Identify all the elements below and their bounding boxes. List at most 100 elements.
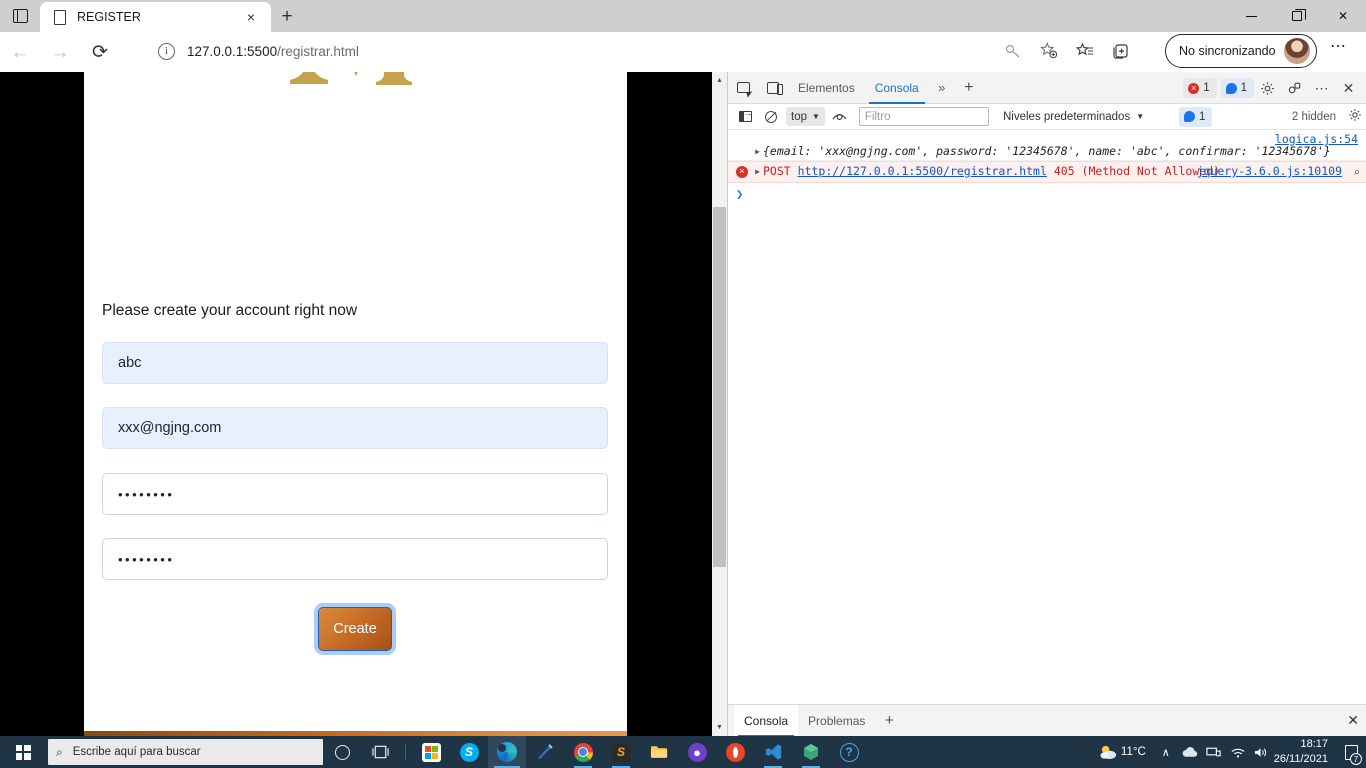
speaker-glyph [1255,747,1267,757]
reload-button[interactable]: ⟳ [80,32,120,72]
console-filter-input[interactable]: Filtro [858,107,989,126]
url-path: /registrar.html [277,43,359,59]
tab-consola[interactable]: Consola [865,72,929,104]
clear-console-icon [765,110,777,123]
log-source-link[interactable]: logica.js:54 [1275,132,1358,146]
skype-icon: S [459,742,479,762]
restore-button[interactable] [1274,0,1320,32]
opera-icon [725,742,745,762]
devtools-settings-button[interactable] [1254,72,1281,104]
new-tab-button[interactable]: + [271,2,303,32]
microsoft-store-icon [421,742,441,762]
taskbar-app-opera[interactable] [716,736,754,768]
browser-window: REGISTER × + ✕ ← → ⟳ i 127.0.0.1:5500/re… [0,0,1366,737]
taskbar-clock[interactable]: 18:17 26/11/2021 [1274,737,1336,767]
tab-elementos[interactable]: Elementos [788,72,865,104]
drawer-tab-problemas[interactable]: Problemas [798,705,875,737]
drawer-close-button[interactable]: ✕ [1347,712,1359,729]
level-count: 1 [1199,110,1206,123]
create-button[interactable]: Create [318,607,392,651]
log-levels-selector[interactable]: Niveles predeterminados ▼ [1003,111,1144,123]
favorites-list-icon[interactable] [1067,34,1103,68]
taskbar-app-microsoft-store[interactable] [412,736,450,768]
forward-button[interactable]: → [40,32,80,72]
cortana-icon [334,744,350,760]
show-hidden-icons-button[interactable]: ∧ [1154,736,1178,768]
start-button[interactable] [0,736,46,768]
taskbar-app-microsoft-edge[interactable] [488,736,526,768]
inspect-element-button[interactable] [728,72,758,104]
devtools-more-button[interactable]: ⋯ [1308,72,1335,104]
close-window-button[interactable]: ✕ [1320,0,1366,32]
console-settings-button[interactable] [1348,108,1362,125]
email-input[interactable]: xxx@ngjng.com [102,407,608,449]
tab-close-icon[interactable]: × [239,5,263,29]
name-input[interactable]: abc [102,342,608,384]
add-favorite-icon[interactable] [1031,34,1067,68]
collections-icon[interactable] [1103,34,1139,68]
browser-settings-menu[interactable]: ⋯ [1330,36,1347,56]
star-plus-glyph [1040,42,1058,59]
taskbar-search-box[interactable]: ⌕ Escribe aquí para buscar [48,739,323,765]
expand-triangle-icon[interactable]: ▶ [752,167,763,178]
weather-widget[interactable]: 11°C [1099,744,1146,761]
password-input[interactable]: •••••••• [102,473,608,515]
inspect-icon [736,82,750,93]
taskbar-app-unity-hub[interactable] [792,736,830,768]
console-log-row[interactable]: logica.js:54 ▶ {email: 'xxx@ngjng.com', p… [728,130,1366,161]
password-key-icon[interactable] [995,34,1031,68]
cortana-button[interactable] [323,736,361,768]
confirm-password-input[interactable]: •••••••• [102,538,608,580]
create-button-focus-ring: Create [314,603,396,655]
onedrive-cloud-icon[interactable] [1178,736,1202,768]
error-url[interactable]: http://127.0.0.1:5500/registrar.html [798,164,1047,178]
expand-triangle-icon[interactable]: ▶ [752,147,763,156]
console-sidebar-button[interactable] [732,104,758,130]
back-button[interactable]: ← [0,32,40,72]
console-prompt[interactable]: ❯ [728,183,1366,201]
console-messages[interactable]: logica.js:54 ▶ {email: 'xxx@ngjng.com', p… [728,130,1366,695]
more-panels-icon[interactable]: » [929,72,955,104]
add-panel-button[interactable]: + [955,72,983,104]
error-count-badge[interactable]: 1 [1183,78,1217,98]
notifications-button[interactable]: 7 [1336,736,1366,768]
network-icon[interactable] [1202,736,1226,768]
site-info-icon[interactable]: i [158,42,175,60]
devtools-dock-button[interactable] [1281,72,1308,104]
taskbar-app-skype[interactable]: S [450,736,488,768]
minimize-button[interactable] [1228,0,1274,32]
taskbar-app-help[interactable]: ? [830,736,868,768]
taskbar-app-scrcpy[interactable] [526,736,564,768]
drawer-add-tab-button[interactable]: + [875,712,903,729]
devtools-close-button[interactable]: ✕ [1335,72,1362,104]
scrollbar-thumb[interactable] [713,207,726,567]
taskbar-app-google-chrome[interactable] [564,736,602,768]
drawer-tab-consola[interactable]: Consola [734,704,799,737]
scrcpy-icon [538,744,553,759]
scroll-up-arrow-icon[interactable]: ▲ [712,72,727,89]
wifi-icon[interactable] [1226,736,1250,768]
browser-tab-register[interactable]: REGISTER × [40,2,271,32]
volume-icon[interactable] [1250,736,1274,768]
taskbar-app-file-explorer[interactable] [640,736,678,768]
tab-actions-button[interactable] [0,0,40,32]
device-toolbar-button[interactable] [758,72,788,104]
address-bar[interactable]: i 127.0.0.1:5500/registrar.html [148,34,988,68]
profile-button[interactable]: No sincronizando [1165,34,1317,68]
page-scrollbar[interactable]: ▲ ▼ [712,72,727,736]
info-count-badge[interactable]: 1 [1220,78,1254,98]
gear-icon [1261,81,1274,95]
search-icon[interactable]: ⌕ [1353,166,1360,179]
task-view-button[interactable] [361,736,399,768]
context-selector[interactable]: top ▼ [786,107,825,126]
live-expression-button[interactable] [827,104,853,130]
taskbar-app-sublime-text[interactable]: S [602,736,640,768]
error-source-link[interactable]: jquery-3.6.0.js:10109 [1197,164,1342,178]
level-count-badge[interactable]: 1 [1179,106,1213,127]
avatar [1283,38,1310,64]
taskbar-app-github-desktop[interactable]: ● [678,736,716,768]
clear-console-button[interactable] [758,104,784,130]
scroll-down-arrow-icon[interactable]: ▼ [712,719,727,736]
taskbar-app-visual-studio-code[interactable] [754,736,792,768]
console-error-row[interactable]: jquery-3.6.0.js:10109 ⌕ ▶POST http://127… [728,161,1366,183]
